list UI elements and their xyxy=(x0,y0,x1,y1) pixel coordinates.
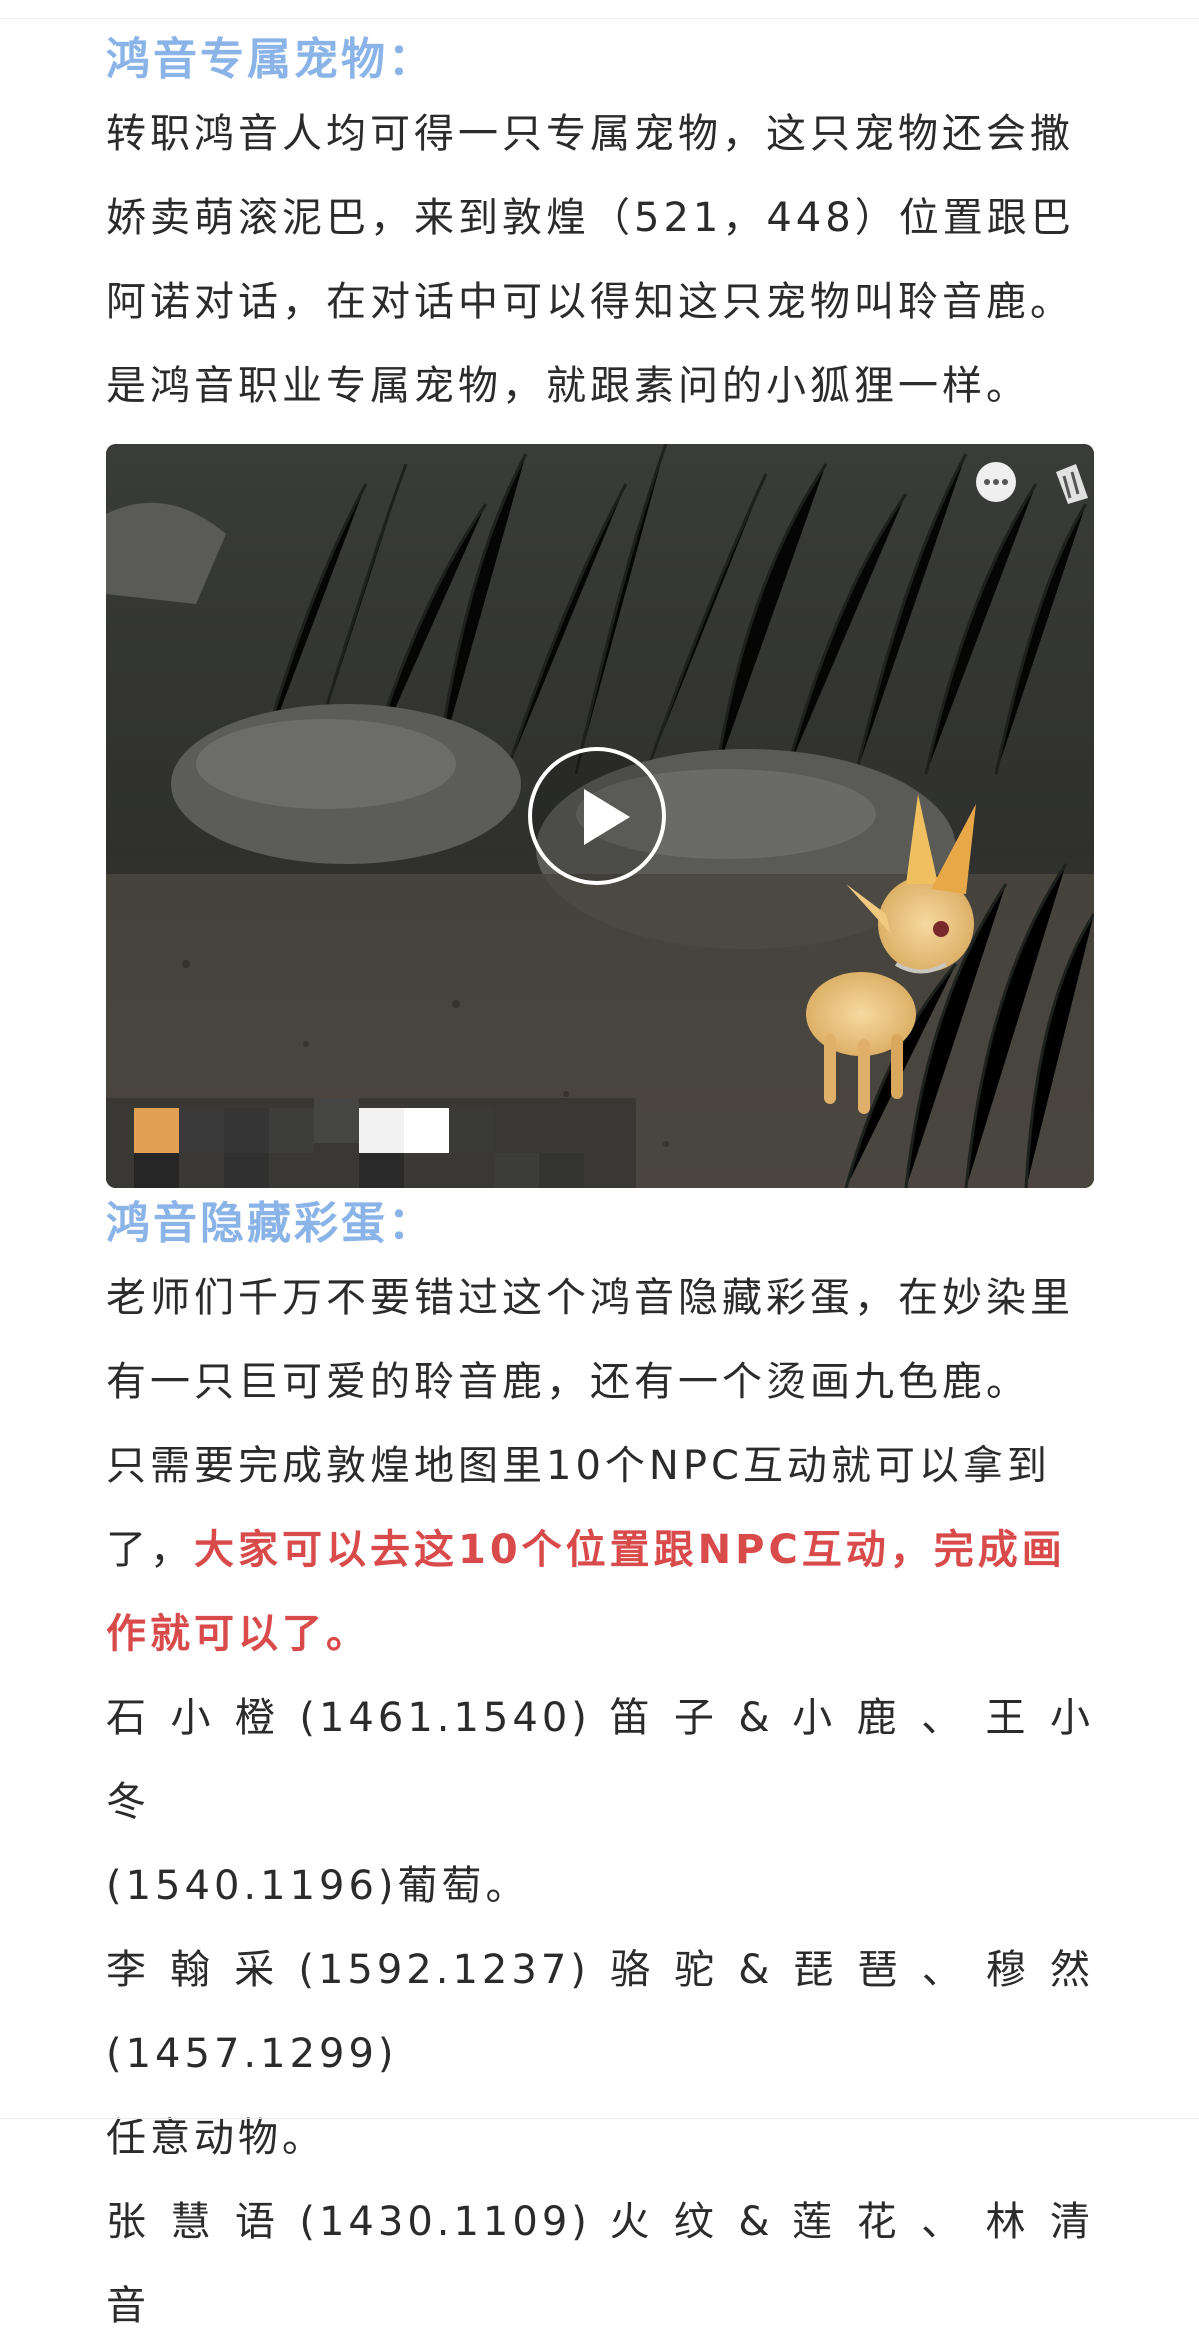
paragraph-line: 阿诺对话，在对话中可以得知这只宠物叫聆音鹿。 xyxy=(106,279,1074,325)
paragraph-line: 转职鸿音人均可得一只专属宠物，这只宠物还会撒 xyxy=(106,111,1074,157)
paragraph-line: 只需要完成敦煌地图里10个NPC互动就可以拿到 xyxy=(106,1443,1051,1489)
emphasis-text: 作就可以了。 xyxy=(106,1611,370,1657)
section-heading-pet: 鸿音专属宠物： xyxy=(106,34,435,85)
npc-line: 石 小 橙 (1461.1540) 笛 子 & 小 鹿 、 王 小 冬 xyxy=(106,1695,1094,1825)
paragraph-line: 老师们千万不要错过这个鸿音隐藏彩蛋，在妙染里 xyxy=(106,1275,1074,1321)
paragraph-line: 有一只巨可爱的聆音鹿，还有一个烫画九色鹿。 xyxy=(106,1359,1030,1405)
top-divider xyxy=(0,18,1199,19)
emphasis-text: 大家可以去这10个位置跟NPC互动，完成画 xyxy=(194,1527,1066,1573)
npc-line: 任意动物。 xyxy=(106,2115,326,2161)
stack-icon[interactable] xyxy=(1050,458,1094,504)
paragraph-line: 了，大家可以去这10个位置跟NPC互动，完成画 xyxy=(106,1508,1094,1592)
play-icon[interactable] xyxy=(528,747,666,885)
pixelated-watermark xyxy=(106,1098,636,1188)
video-player[interactable] xyxy=(106,444,1094,1188)
paragraph-text: 了， xyxy=(106,1527,194,1573)
section-heading-easter-egg: 鸿音隐藏彩蛋： xyxy=(106,1198,435,1249)
paragraph-line: 娇卖萌滚泥巴，来到敦煌（521，448）位置跟巴 xyxy=(106,195,1075,241)
npc-line: 张 慧 语 (1430.1109) 火 纹 & 莲 花 、 林 清 音 xyxy=(106,2199,1094,2329)
npc-line: 李翰采(1592.1237)骆驼&琵琶、穆然 (1457.1299) xyxy=(106,1947,1094,2077)
more-dots-icon[interactable] xyxy=(976,462,1016,502)
paragraph-line: 是鸿音职业专属宠物，就跟素问的小狐狸一样。 xyxy=(106,363,1030,409)
npc-line: (1540.1196)葡萄。 xyxy=(106,1863,530,1909)
article-body: 鸿音专属宠物： 转职鸿音人均可得一只专属宠物，这只宠物还会撒 娇卖萌滚泥巴，来到… xyxy=(106,28,1094,2348)
bottom-divider xyxy=(0,2118,1199,2119)
